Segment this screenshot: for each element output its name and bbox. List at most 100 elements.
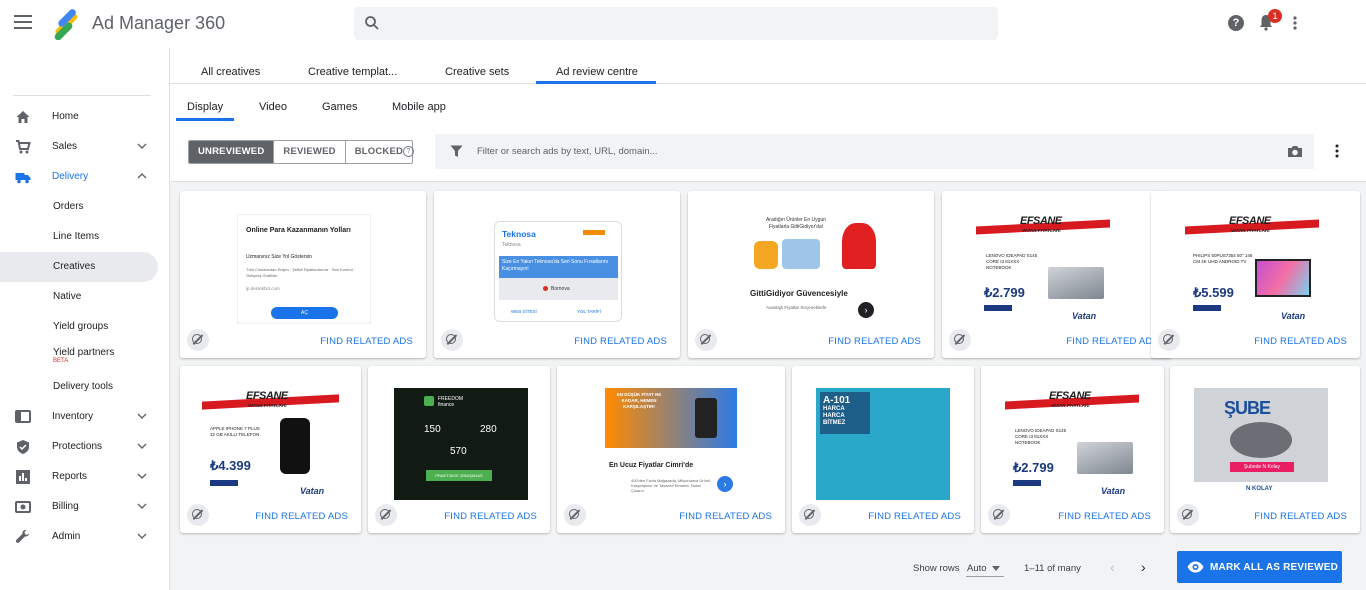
ad-card[interactable]: EFSANE VATAN FIYATLARI PHILIPS 50PUS7354…: [1151, 191, 1360, 358]
tab-display[interactable]: Display: [187, 101, 223, 113]
help-icon[interactable]: ?: [1228, 15, 1244, 31]
ad-card[interactable]: EFSANE VATAN FIYATLARI LENOVO IDEAPAD S1…: [942, 191, 1172, 358]
block-icon[interactable]: [441, 329, 463, 351]
ad-subtitle: Teknosa: [502, 242, 521, 248]
ad-card[interactable]: ŞUBE Şubede N Kolay N KOLAY FIND RELATED…: [1170, 366, 1360, 533]
block-icon[interactable]: [1158, 329, 1180, 351]
ad-product: LENOVO IDEAPAD S145 CORE I3 81XXX NOTEBO…: [986, 253, 1038, 270]
sidebar: Home Sales Delivery Orders Line Items Cr…: [0, 48, 170, 590]
sidebar-item-yield-partners[interactable]: Yield partners BETA: [0, 338, 158, 368]
find-related-ads-link[interactable]: FIND RELATED ADS: [444, 511, 537, 522]
find-related-ads-link[interactable]: FIND RELATED ADS: [868, 511, 961, 522]
more-options-icon[interactable]: [1334, 144, 1340, 158]
block-icon[interactable]: [187, 504, 209, 526]
find-related-ads-link[interactable]: FIND RELATED ADS: [1254, 336, 1347, 347]
menu-icon[interactable]: [14, 15, 32, 29]
find-related-ads-link[interactable]: FIND RELATED ADS: [679, 511, 772, 522]
sidebar-item-protections[interactable]: Protections: [0, 432, 158, 462]
chevron-down-icon: [137, 443, 147, 449]
chevron-down-icon: [137, 533, 147, 539]
tab-video[interactable]: Video: [259, 101, 287, 113]
tab-ad-review-centre[interactable]: Ad review centre: [556, 66, 638, 78]
filter-row: UNREVIEWED REVIEWED BLOCKED ? Filter or …: [170, 120, 1366, 182]
help-outline-icon[interactable]: ?: [403, 146, 414, 157]
rows-per-page-select[interactable]: Auto: [967, 563, 987, 574]
previous-page-button[interactable]: ‹: [1110, 559, 1115, 575]
ad-card[interactable]: FREEDOM finance 150 280 570 PRAKTISKIE Z…: [368, 366, 550, 533]
ad-headline: EFSANE: [1049, 390, 1091, 402]
directions-link: YOL TARİFİ: [577, 309, 601, 314]
block-icon[interactable]: [1177, 504, 1199, 526]
tab-mobile-app[interactable]: Mobile app: [392, 101, 446, 113]
sidebar-item-inventory[interactable]: Inventory: [0, 402, 158, 432]
block-icon[interactable]: [187, 329, 209, 351]
find-related-ads-link[interactable]: FIND RELATED ADS: [828, 336, 921, 347]
ad-card[interactable]: EFSANE VATAN FIYATLARI APPLE IPHONE 7 PL…: [180, 366, 361, 533]
find-related-ads-link[interactable]: FIND RELATED ADS: [1066, 336, 1159, 347]
primary-tabs: All creatives Creative templat... Creati…: [170, 48, 1366, 84]
mark-all-reviewed-button[interactable]: MARK ALL AS REVIEWED: [1177, 551, 1342, 583]
ad-card[interactable]: EFSANE VATAN FIYATLARI LENOVO IDEAPAD S1…: [981, 366, 1164, 533]
ad-tv-image: [1255, 259, 1311, 297]
dropdown-caret-icon[interactable]: [992, 566, 1000, 571]
sidebar-item-delivery[interactable]: Delivery: [0, 162, 158, 192]
ad-phone-image: [695, 398, 717, 438]
bar-chart-icon: [16, 470, 30, 484]
find-related-ads-link[interactable]: FIND RELATED ADS: [255, 511, 348, 522]
reviewed-button[interactable]: REVIEWED: [274, 141, 346, 163]
chevron-down-icon: [137, 473, 147, 479]
find-related-ads-link[interactable]: FIND RELATED ADS: [574, 336, 667, 347]
ad-laptop-image: [1048, 267, 1104, 299]
search-input[interactable]: [354, 7, 998, 40]
block-icon[interactable]: [799, 504, 821, 526]
ad-cta-button: PRAKTISKIE ZİNAŞANAS: [426, 470, 492, 481]
sidebar-item-home[interactable]: Home: [0, 102, 158, 132]
find-related-ads-link[interactable]: FIND RELATED ADS: [1254, 511, 1347, 522]
find-related-ads-link[interactable]: FIND RELATED ADS: [320, 336, 413, 347]
next-page-button[interactable]: ›: [1141, 559, 1146, 575]
ad-top-text: EN DÜŞÜK FİYAT NE KADAR, HEMEN KARŞILAŞT…: [616, 392, 662, 409]
tab-all-creatives[interactable]: All creatives: [201, 66, 260, 78]
sidebar-item-native[interactable]: Native: [0, 282, 158, 312]
sidebar-item-orders[interactable]: Orders: [0, 192, 158, 222]
ad-filter-input[interactable]: Filter or search ads by text, URL, domai…: [435, 134, 1314, 169]
find-related-ads-link[interactable]: FIND RELATED ADS: [1058, 511, 1151, 522]
camera-icon[interactable]: [1287, 145, 1303, 158]
ad-preview: A-101 HARCA HARCA BİTMEZ: [816, 388, 950, 500]
ad-cta-button: AÇ: [271, 307, 338, 319]
ad-card[interactable]: Teknosa Teknosa Size En Yakın Teknosa'da…: [434, 191, 680, 358]
sidebar-item-label: Admin: [52, 531, 81, 542]
sidebar-item-delivery-tools[interactable]: Delivery tools: [0, 372, 158, 402]
ad-price: ₺2.799: [1013, 460, 1054, 475]
sidebar-item-billing[interactable]: Billing: [0, 492, 158, 522]
ad-card[interactable]: EN DÜŞÜK FİYAT NE KADAR, HEMEN KARŞILAŞT…: [557, 366, 785, 533]
ad-headline: EFSANE: [1229, 215, 1271, 227]
pagination-text: 1–11 of many: [1024, 563, 1081, 574]
sidebar-item-creatives[interactable]: Creatives: [0, 252, 158, 282]
tab-creative-sets[interactable]: Creative sets: [445, 66, 509, 78]
sidebar-item-reports[interactable]: Reports: [0, 462, 158, 492]
tab-creative-templates[interactable]: Creative templat...: [308, 66, 397, 78]
block-icon[interactable]: [949, 329, 971, 351]
unreviewed-button[interactable]: UNREVIEWED: [189, 141, 275, 163]
ad-headline: Teknosa: [502, 229, 536, 239]
block-icon[interactable]: [564, 504, 586, 526]
truck-icon: [15, 173, 31, 184]
ad-stat: 570: [450, 446, 467, 457]
ad-card[interactable]: A-101 HARCA HARCA BİTMEZ FIND RELATED AD…: [792, 366, 974, 533]
block-icon[interactable]: [988, 504, 1010, 526]
more-vert-icon[interactable]: [1292, 15, 1298, 31]
ad-manager-logo: [54, 9, 78, 40]
inventory-icon: [15, 410, 31, 423]
block-icon[interactable]: [695, 329, 717, 351]
ad-card[interactable]: Aradığın Ürünler En Uygun Fiyatlarla Git…: [688, 191, 934, 358]
notification-badge: 1: [1268, 9, 1282, 23]
ad-top-text: Aradığın Ürünler En Uygun Fiyatlarla Git…: [765, 217, 827, 230]
sidebar-item-admin[interactable]: Admin: [0, 522, 158, 552]
sidebar-item-line-items[interactable]: Line Items: [0, 222, 158, 252]
sidebar-item-sales[interactable]: Sales: [0, 132, 158, 162]
show-rows-label: Show rows: [913, 563, 960, 574]
tab-games[interactable]: Games: [322, 101, 357, 113]
ad-card[interactable]: Online Para Kazanmanın Yolları Uzmanınız…: [180, 191, 426, 358]
block-icon[interactable]: [375, 504, 397, 526]
